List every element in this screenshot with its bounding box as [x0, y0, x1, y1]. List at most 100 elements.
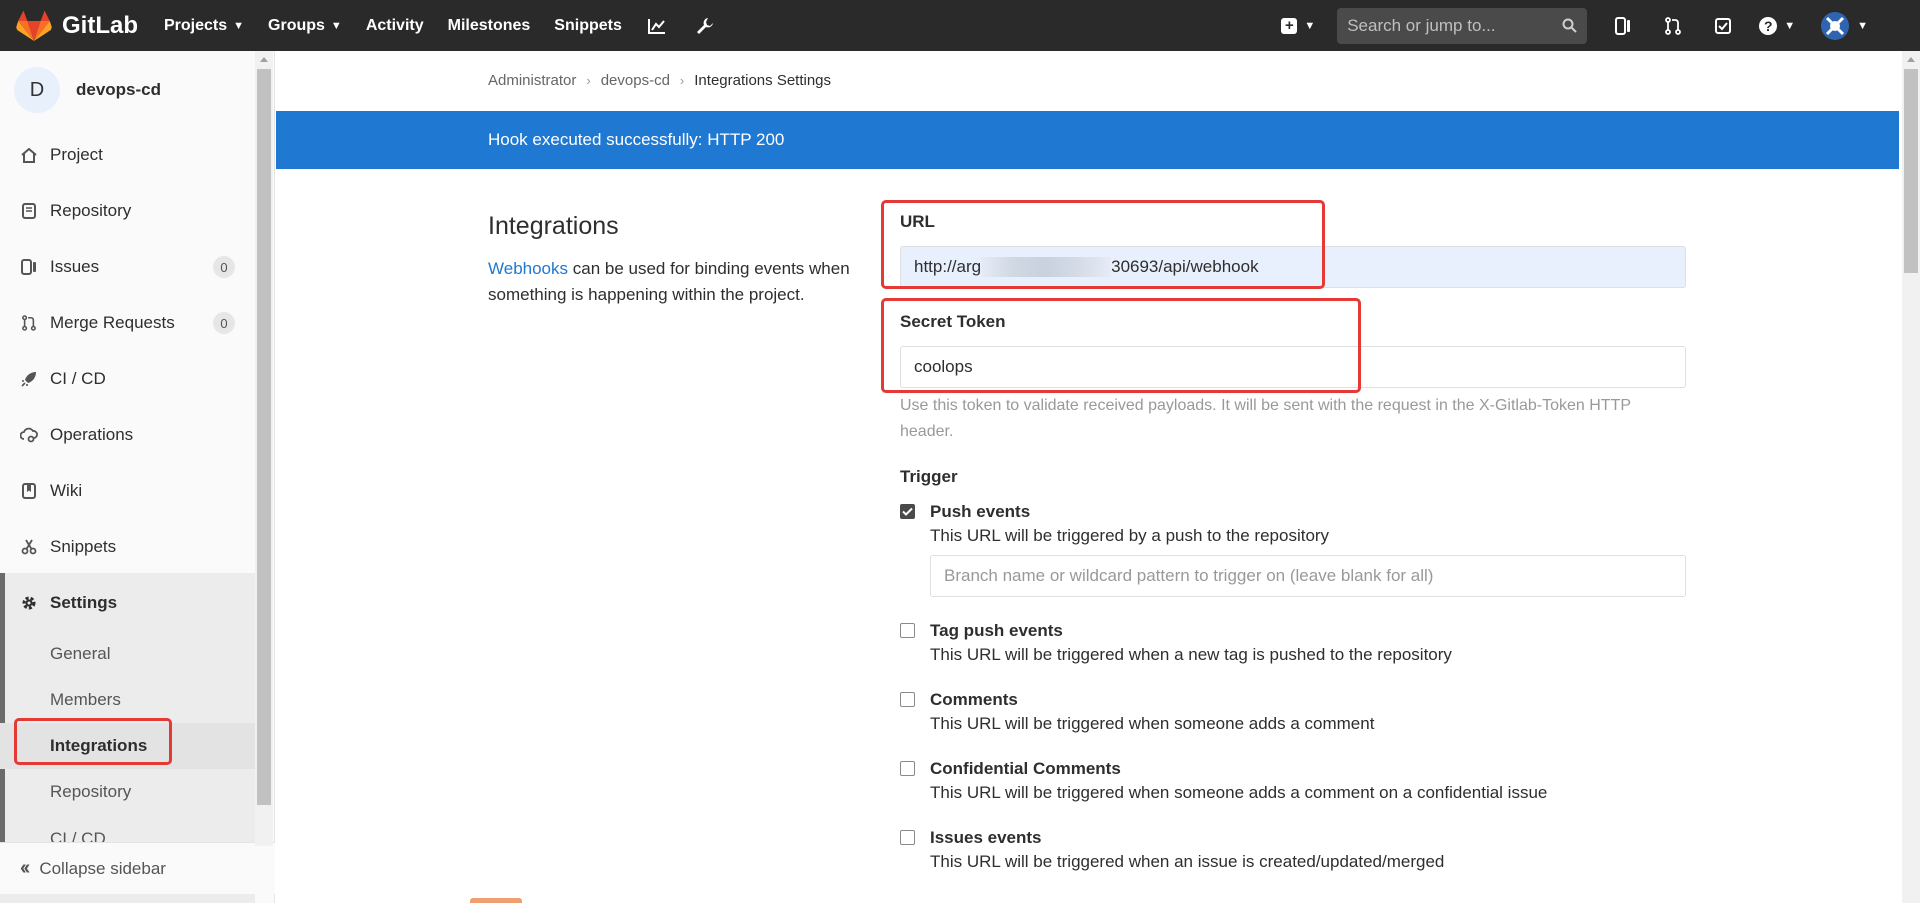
- trigger-push-events: Push events This URL will be triggered b…: [900, 501, 1686, 597]
- search-input[interactable]: Search or jump to...: [1337, 7, 1588, 44]
- sidebar-project-header[interactable]: D devops-cd: [14, 67, 161, 113]
- sidebar-item-repository[interactable]: Repository: [0, 191, 255, 231]
- chevron-down-icon: ▼: [1304, 19, 1316, 32]
- comments-desc: This URL will be triggered when someone …: [930, 714, 1375, 733]
- url-input[interactable]: http://arg 30693/api/webhook: [900, 246, 1686, 288]
- trigger-label: Trigger: [900, 467, 958, 486]
- secret-token-label: Secret Token: [900, 312, 1006, 331]
- issues-events-desc: This URL will be triggered when an issue…: [930, 852, 1445, 871]
- sidebar-sub-integrations[interactable]: Integrations: [0, 723, 255, 769]
- gitlab-home-link[interactable]: GitLab: [16, 0, 138, 51]
- gitlab-logo-icon: [16, 10, 52, 41]
- sidebar-item-operations[interactable]: Operations: [0, 415, 255, 455]
- branch-filter-placeholder: Branch name or wildcard pattern to trigg…: [944, 566, 1434, 585]
- sidebar-sub-repository[interactable]: Repository: [0, 769, 255, 815]
- nav-projects[interactable]: Projects ▼: [164, 17, 244, 35]
- merge-request-icon: [20, 314, 38, 332]
- confidential-comments-checkbox[interactable]: [900, 761, 915, 776]
- page-scrollbar[interactable]: [1902, 51, 1920, 903]
- sidebar-item-ci-cd[interactable]: CI / CD: [0, 359, 255, 399]
- sidebar-scroll-thumb[interactable]: [257, 69, 271, 805]
- nav-milestones[interactable]: Milestones: [448, 17, 531, 35]
- question-icon: ?: [1759, 16, 1778, 35]
- book-icon: [20, 482, 38, 500]
- branch-filter-input[interactable]: Branch name or wildcard pattern to trigg…: [930, 555, 1686, 597]
- issues-icon[interactable]: [1609, 12, 1637, 40]
- sidebar-sub-ci-cd[interactable]: CI / CD: [0, 815, 255, 845]
- issues-events-checkbox[interactable]: [900, 830, 915, 845]
- help-dropdown[interactable]: ? ▼: [1759, 16, 1795, 35]
- nav-activity-label: Activity: [365, 16, 424, 34]
- avatar: [1821, 11, 1850, 40]
- collapse-sidebar-button[interactable]: ‹‹ Collapse sidebar: [0, 842, 275, 894]
- cloud-gear-icon: [20, 426, 38, 444]
- sidebar-item-snippets[interactable]: Snippets: [0, 527, 255, 567]
- page-scroll-thumb[interactable]: [1904, 69, 1918, 273]
- comments-title: Comments: [930, 690, 1018, 709]
- sidebar-item-label: Repository: [50, 201, 132, 220]
- new-item-dropdown[interactable]: + ▼: [1281, 17, 1316, 34]
- merge-requests-count-badge: 0: [213, 312, 235, 334]
- tag-push-events-checkbox[interactable]: [900, 623, 915, 638]
- rocket-icon: [20, 370, 38, 388]
- comments-checkbox[interactable]: [900, 692, 915, 707]
- tag-push-events-title: Tag push events: [930, 621, 1063, 640]
- nav-snippets[interactable]: Snippets: [554, 17, 622, 35]
- sidebar-item-settings[interactable]: Settings: [0, 583, 255, 623]
- sidebar-item-issues[interactable]: Issues 0: [0, 247, 255, 287]
- project-avatar: D: [14, 67, 60, 113]
- redacted-blur: [981, 257, 1112, 277]
- secret-token-help: Use this token to validate received payl…: [900, 397, 1631, 440]
- user-menu[interactable]: ▼: [1821, 11, 1868, 40]
- flash-notice: Hook executed successfully: HTTP 200: [276, 111, 1899, 169]
- merge-request-icon[interactable]: [1659, 12, 1687, 40]
- chart-icon[interactable]: [646, 15, 668, 37]
- push-events-title: Push events: [930, 502, 1031, 521]
- issues-icon: [20, 258, 38, 276]
- sidebar-item-label: Issues: [50, 257, 100, 276]
- brand-name: GitLab: [62, 11, 138, 39]
- gear-icon: [20, 594, 38, 612]
- sidebar-scrollbar[interactable]: [255, 51, 273, 846]
- url-value-start: http://arg: [914, 257, 982, 276]
- check-icon: [902, 507, 913, 516]
- nav-activity[interactable]: Activity: [366, 17, 424, 35]
- issues-events-title: Issues events: [930, 828, 1042, 847]
- sidebar-sub-general[interactable]: General: [0, 631, 255, 677]
- section-description: Webhooks can be used for binding events …: [488, 256, 863, 308]
- collapse-sidebar-label: Collapse sidebar: [39, 858, 166, 878]
- secret-token-value: coolops: [914, 357, 973, 376]
- push-events-desc: This URL will be triggered by a push to …: [930, 526, 1330, 545]
- sidebar-item-wiki[interactable]: Wiki: [0, 471, 255, 511]
- section-title: Integrations: [488, 212, 619, 240]
- todo-icon[interactable]: [1709, 12, 1737, 40]
- sidebar-item-label: Merge Requests: [50, 313, 175, 332]
- breadcrumb-item[interactable]: Administrator: [488, 72, 576, 89]
- push-events-checkbox[interactable]: [900, 504, 915, 519]
- url-label: URL: [900, 212, 935, 231]
- trigger-comments: Comments This URL will be triggered when…: [900, 689, 1686, 737]
- confidential-comments-title: Confidential Comments: [930, 759, 1121, 778]
- secret-token-input[interactable]: coolops: [900, 346, 1686, 388]
- webhooks-link[interactable]: Webhooks: [488, 259, 568, 278]
- sidebar-item-label: Operations: [50, 425, 134, 444]
- tag-push-events-desc: This URL will be triggered when a new ta…: [930, 645, 1452, 664]
- search-placeholder: Search or jump to...: [1347, 15, 1496, 35]
- sidebar-item-project[interactable]: Project: [0, 135, 255, 175]
- wrench-icon[interactable]: [694, 15, 716, 37]
- sidebar-sub-members[interactable]: Members: [0, 677, 255, 723]
- trigger-tag-push-events: Tag push events This URL will be trigger…: [900, 620, 1686, 668]
- scroll-up-arrow-icon: [1907, 57, 1915, 62]
- sidebar-item-merge-requests[interactable]: Merge Requests 0: [0, 303, 255, 343]
- home-icon: [20, 146, 38, 164]
- page-bottom-accent: [470, 898, 522, 903]
- chevron-down-icon: ▼: [233, 19, 245, 32]
- chevron-right-icon: ›: [679, 73, 685, 88]
- nav-groups[interactable]: Groups ▼: [268, 17, 342, 35]
- trigger-issues-events: Issues events This URL will be triggered…: [900, 827, 1686, 875]
- breadcrumb-item[interactable]: devops-cd: [601, 72, 670, 89]
- breadcrumb-current[interactable]: Integrations Settings: [694, 72, 831, 89]
- nav-milestones-label: Milestones: [447, 16, 531, 34]
- doc-icon: [20, 202, 38, 220]
- chevron-down-icon: ▼: [1857, 19, 1868, 32]
